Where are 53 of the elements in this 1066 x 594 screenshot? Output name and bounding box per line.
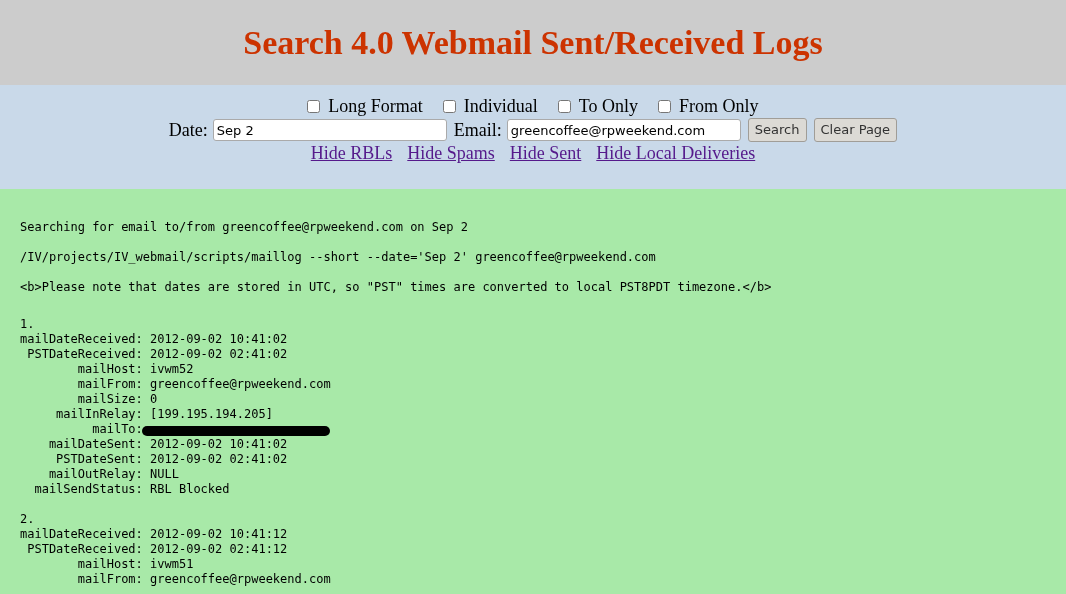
- field-value: ivwm51: [150, 557, 194, 572]
- field-label: mailDateReceived:: [20, 332, 143, 347]
- page-title: Search 4.0 Webmail Sent/Received Logs: [243, 23, 823, 63]
- email-field[interactable]: greencoffee@rpweekend.com: [506, 119, 741, 141]
- field-value: [199.195.194.205]: [150, 407, 273, 422]
- field-value: 0: [150, 392, 158, 407]
- output-message: /IV/projects/IV_webmail/scripts/maillog --short --date='Sep 2' greencoffee@rpweekend.com: [20, 250, 656, 265]
- field-value: 2012-09-02 02:41:12: [150, 542, 288, 557]
- field-label: mailTo:: [92, 422, 143, 437]
- option-checkbox[interactable]: [307, 99, 321, 113]
- option-checkbox[interactable]: [557, 99, 571, 113]
- field-label: PSTDateReceived:: [27, 347, 143, 362]
- hide-link[interactable]: Hide RBLs: [310, 139, 393, 167]
- record-number: 1.: [20, 317, 35, 332]
- field-value: 2012-09-02 10:41:02: [150, 437, 288, 452]
- option-checkbox[interactable]: [442, 99, 456, 113]
- field-value: greencoffee@rpweekend.com: [150, 572, 331, 587]
- field-label: mailHost:: [77, 362, 143, 377]
- field-value: RBL Blocked: [150, 482, 230, 497]
- option-checkbox[interactable]: [658, 99, 672, 113]
- output-message: <b>Please note that dates are stored in UTC, so "PST" times are converted to local PST8PDT timezone.</b>: [20, 280, 772, 295]
- clear-page-button[interactable]: Clear Page: [813, 118, 898, 142]
- field-label: mailFrom:: [77, 572, 143, 587]
- field-label: mailOutRelay:: [48, 467, 143, 482]
- record-number: 2.: [20, 512, 35, 527]
- search-button[interactable]: Search: [747, 118, 807, 142]
- hide-link[interactable]: Hide Local Deliveries: [596, 139, 756, 167]
- field-label: mailSize:: [77, 392, 143, 407]
- field-value: 2012-09-02 10:41:12: [150, 527, 288, 542]
- date-field[interactable]: Sep 2: [212, 119, 447, 141]
- field-label: PSTDateReceived:: [27, 542, 143, 557]
- field-label: mailSendStatus:: [34, 482, 143, 497]
- field-value: 2012-09-02 10:41:02: [150, 332, 288, 347]
- option-label: Long Format: [328, 94, 423, 118]
- option-label: Individual: [463, 94, 538, 118]
- field-value: 2012-09-02 02:41:02: [150, 347, 288, 362]
- hide-link[interactable]: Hide Spams: [407, 139, 495, 167]
- field-label: PSTDateSent:: [56, 452, 143, 467]
- email-label: Email:: [453, 118, 502, 142]
- field-label: mailFrom:: [77, 377, 143, 392]
- field-value: ivwm52: [150, 362, 194, 377]
- option-label: From Only: [679, 94, 759, 118]
- hide-link[interactable]: Hide Sent: [509, 139, 582, 167]
- field-value: greencoffee@rpweekend.com: [150, 377, 331, 392]
- field-label: mailDateSent:: [48, 437, 143, 452]
- field-label: mailInRelay:: [56, 407, 143, 422]
- field-label: mailHost:: [77, 557, 143, 572]
- field-label: mailDateReceived:: [20, 527, 143, 542]
- field-value: NULL: [150, 467, 179, 482]
- output-message: Searching for email to/from greencoffee@rpweekend.com on Sep 2: [20, 220, 468, 235]
- option-label: To Only: [578, 94, 639, 118]
- date-label: Date:: [168, 118, 208, 142]
- field-value: 2012-09-02 02:41:02: [150, 452, 288, 467]
